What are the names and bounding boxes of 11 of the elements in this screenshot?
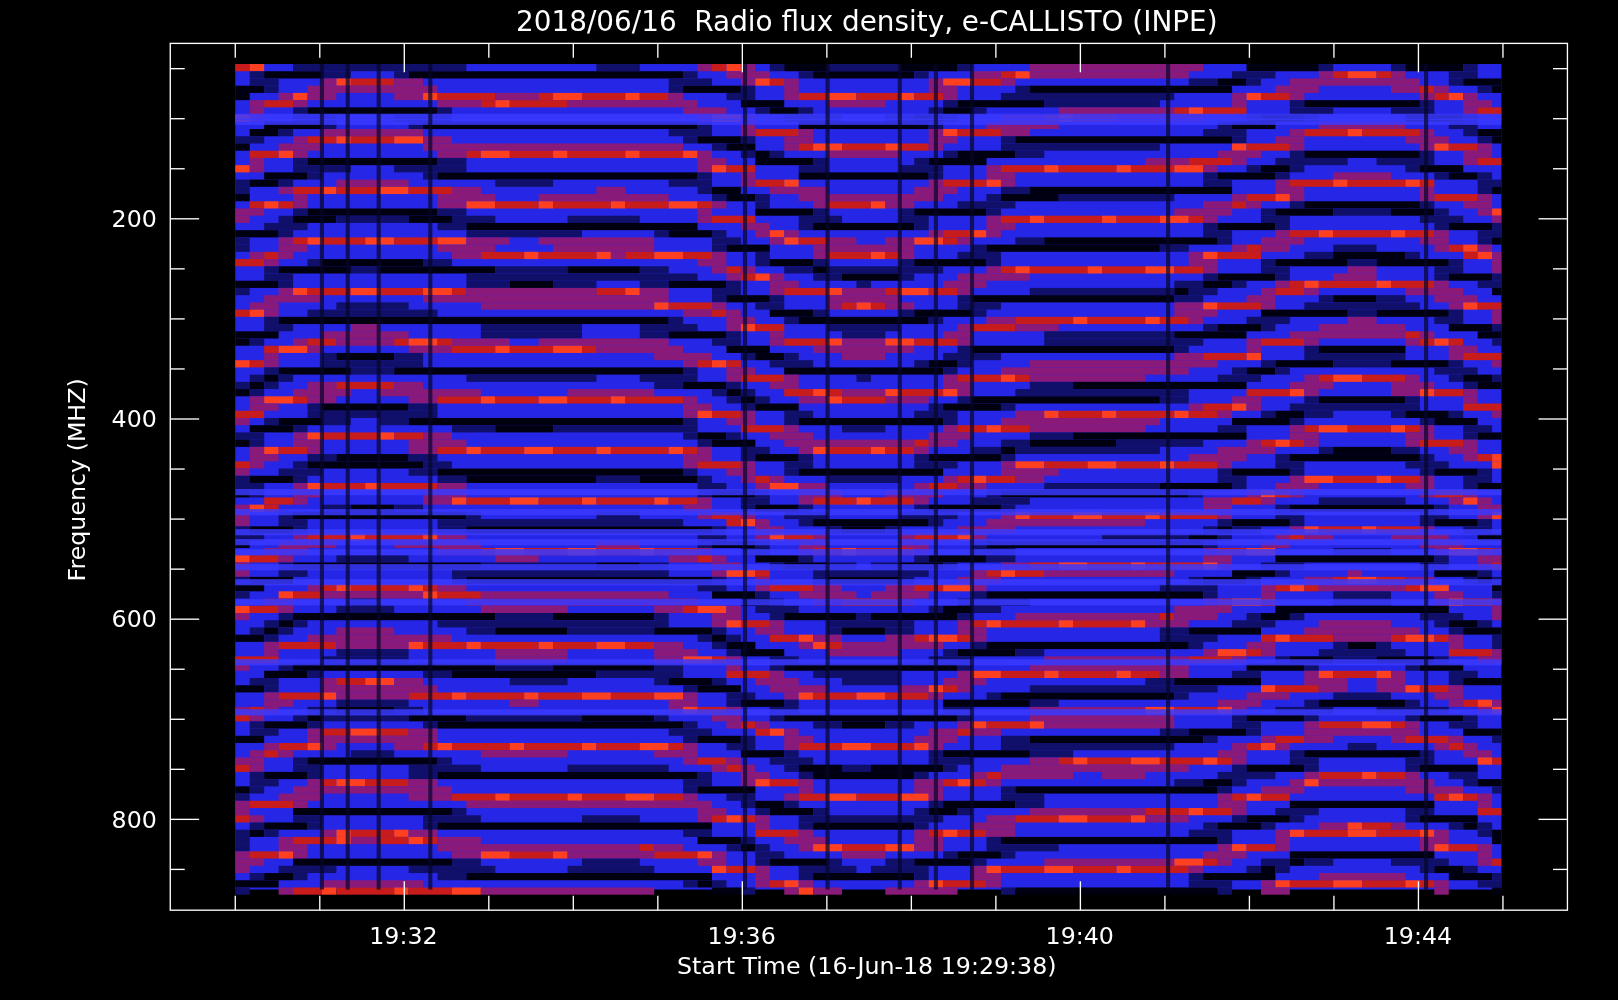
y-axis-label: Frequency (MHZ) [62, 378, 91, 582]
x-tick-label: 19:44 [1383, 922, 1453, 951]
y-tick-label: 400 [111, 405, 157, 434]
y-tick-label: 200 [111, 205, 157, 234]
x-tick-label: 19:32 [369, 922, 438, 951]
y-tick-label: 600 [111, 605, 157, 634]
x-axis-label: Start Time (16-Jun-18 19:29:38) [677, 952, 1057, 981]
x-tick-label: 19:36 [707, 922, 776, 951]
x-tick-label: 19:40 [1045, 922, 1114, 951]
y-tick-label: 800 [111, 805, 157, 834]
chart-title: 2018/06/16 Radio flux density, e-CALLISTO (INPE) [516, 5, 1218, 38]
